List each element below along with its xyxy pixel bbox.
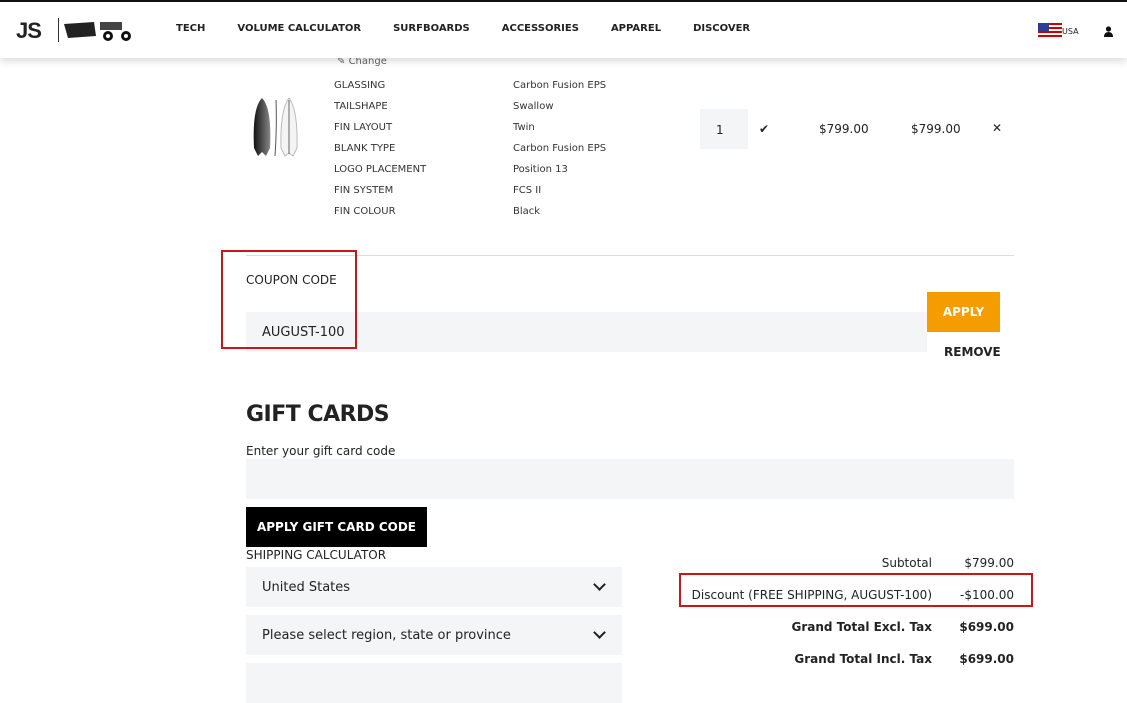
remove-coupon-button[interactable]: REMOVE — [944, 345, 1001, 359]
grand-total-excl-label: Grand Total Excl. Tax — [791, 620, 932, 634]
region-select[interactable]: Please select region, state or province — [246, 615, 622, 655]
main-nav: TECH VOLUME CALCULATOR SURFBOARDS ACCESS… — [176, 23, 750, 34]
divider — [246, 255, 1014, 256]
chevron-down-icon — [593, 578, 606, 591]
option-label: BLANK TYPE — [334, 143, 396, 154]
grand-total-incl-value: $699.00 — [959, 652, 1014, 666]
nav-surfboards[interactable]: SURFBOARDS — [393, 23, 470, 34]
gift-card-input[interactable] — [246, 459, 1014, 499]
country-value: United States — [262, 580, 351, 595]
region-value: Please select region, state or province — [262, 628, 511, 643]
discount-highlight — [679, 573, 1033, 607]
user-icon[interactable] — [1104, 26, 1113, 37]
option-value: Carbon Fusion EPS — [513, 80, 607, 91]
option-value: Carbon Fusion EPS — [513, 143, 607, 154]
option-value: Black — [513, 206, 541, 217]
grand-total-excl-value: $699.00 — [959, 620, 1014, 634]
option-value: Position 13 — [513, 164, 568, 175]
subtotal-label: Subtotal — [881, 556, 932, 570]
nav-tech[interactable]: TECH — [176, 23, 205, 34]
item-price: $799.00 — [819, 122, 869, 136]
site-header: JS TECH VOLUME CALCULATOR SURFBOARDS ACC… — [0, 2, 1127, 58]
apply-coupon-button[interactable]: APPLY — [927, 292, 1000, 332]
item-row-total: $799.00 — [911, 122, 961, 136]
option-label: FIN COLOUR — [334, 206, 396, 217]
surfboard-image — [253, 98, 298, 157]
coupon-highlight — [221, 250, 357, 349]
logo[interactable]: JS — [16, 18, 42, 44]
gift-card-label: Enter your gift card code — [246, 444, 396, 458]
check-icon[interactable]: ✔ — [759, 122, 769, 136]
logo-divider — [58, 18, 59, 42]
gift-cards-title: GIFT CARDS — [246, 402, 390, 427]
country-select[interactable]: United States — [246, 567, 622, 607]
postcode-input[interactable] — [246, 663, 622, 703]
option-label: TAILSHAPE — [334, 101, 388, 112]
bulldozer-logo-icon — [64, 22, 131, 41]
grand-total-incl-label: Grand Total Incl. Tax — [794, 652, 932, 666]
chevron-down-icon — [593, 626, 606, 639]
nav-apparel[interactable]: APPAREL — [611, 23, 661, 34]
country-selector[interactable]: USA — [1062, 27, 1079, 36]
apply-gift-card-button[interactable]: APPLY GIFT CARD CODE — [246, 507, 427, 547]
option-label: FIN SYSTEM — [334, 185, 394, 196]
nav-discover[interactable]: DISCOVER — [693, 23, 750, 34]
subtotal-value: $799.00 — [964, 556, 1014, 570]
nav-volume-calculator[interactable]: VOLUME CALCULATOR — [237, 23, 361, 34]
option-value: Twin — [513, 122, 535, 133]
option-label: GLASSING — [334, 80, 386, 91]
usa-flag-icon[interactable] — [1038, 23, 1062, 37]
option-value: Swallow — [513, 101, 554, 112]
nav-accessories[interactable]: ACCESSORIES — [502, 23, 579, 34]
quantity-input[interactable]: 1 — [700, 109, 748, 149]
option-label: FIN LAYOUT — [334, 122, 393, 133]
shipping-calculator-label: SHIPPING CALCULATOR — [246, 548, 387, 562]
option-value: FCS II — [513, 185, 542, 196]
option-label: LOGO PLACEMENT — [334, 164, 427, 175]
remove-item-icon[interactable]: ✕ — [992, 121, 1002, 135]
